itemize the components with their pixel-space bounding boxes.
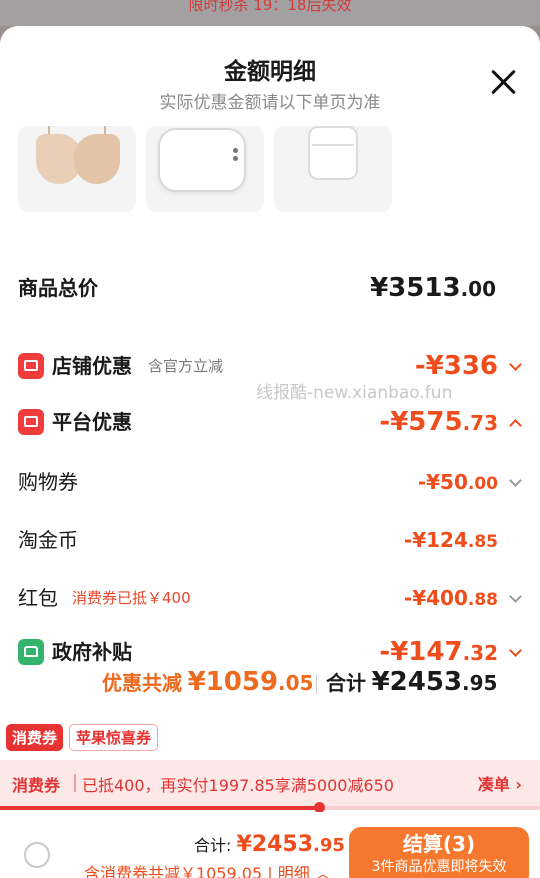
- progress-fill: [0, 806, 319, 810]
- banner-text: 已抵400，再实付1997.85享满5000减650: [82, 776, 394, 795]
- store-icon: [18, 353, 44, 379]
- redpacket-row[interactable]: 红包 消费券已抵￥400 -¥400.88: [18, 578, 526, 618]
- store-discount-note: 含官方立减: [148, 357, 224, 375]
- total-price-row: 商品总价 ¥3513.00: [18, 268, 526, 308]
- add-items-link[interactable]: 凑单 ›: [478, 771, 522, 795]
- banner-divider: [74, 774, 76, 792]
- case-dot: [233, 148, 238, 153]
- checkout-button[interactable]: 结算(3) 3件商品优惠即将失效: [349, 827, 529, 878]
- coins-value: -¥124.85: [403, 528, 498, 552]
- consume-coupon-tag: 消费券: [6, 724, 64, 751]
- redpacket-note: 消费券已抵￥400: [72, 589, 191, 607]
- total-price-value: ¥3513.00: [370, 273, 496, 303]
- voucher-row[interactable]: 购物券 -¥50.00: [18, 462, 526, 502]
- amount-detail-sheet: 金额明细 实际优惠金额请以下单页为准 商品总价 ¥3513.00 店铺优惠 含官…: [0, 26, 540, 878]
- watermark-text: 线报酷-new.xianbao.fun: [256, 383, 453, 403]
- product-thumbnails: [18, 126, 392, 212]
- airpods-pro-case-thumbnail[interactable]: [146, 126, 264, 212]
- bra-cup-right: [74, 134, 120, 184]
- airpods-pro-case-image: [158, 128, 246, 192]
- select-all-radio[interactable]: [24, 842, 50, 868]
- case-lid-line: [312, 144, 354, 146]
- grand-total: 合计 ¥2453.95: [326, 667, 498, 697]
- platform-discount-label: 平台优惠: [52, 410, 132, 434]
- platform-icon: [18, 409, 44, 435]
- checkout-label: 结算(3): [402, 832, 476, 856]
- voucher-label: 购物券: [18, 470, 78, 494]
- chevron-down-icon[interactable]: [509, 644, 522, 657]
- top-notice-text: 限时秒杀 19：18后失效: [188, 0, 352, 14]
- voucher-value: -¥50.00: [417, 470, 498, 494]
- coupon-tags: 消费券 苹果惊喜券: [6, 724, 159, 751]
- footer-discount: 含消费券共减￥1059.05 | 明细 ︿: [84, 860, 331, 878]
- chevron-down-icon[interactable]: [509, 358, 522, 371]
- coins-label: 淘金币: [18, 528, 78, 552]
- redpacket-label: 红包: [18, 586, 58, 610]
- divider: [316, 674, 317, 694]
- total-discount: 优惠共减 ¥1059.05: [102, 667, 314, 697]
- chevron-down-icon[interactable]: [509, 474, 522, 487]
- close-icon[interactable]: [490, 68, 518, 96]
- redpacket-value: -¥400.88: [403, 586, 498, 610]
- bra-thumbnail[interactable]: [18, 126, 136, 212]
- checkout-sublabel: 3件商品优惠即将失效: [371, 859, 507, 875]
- checkout-footer: 合计: ¥2453.95 含消费券共减￥1059.05 | 明细 ︿ 结算(3)…: [0, 812, 540, 878]
- top-notice-bar: 限时秒杀 19：18后失效: [0, 0, 540, 26]
- footer-total: 合计: ¥2453.95: [194, 832, 345, 857]
- store-discount-label: 店铺优惠: [52, 354, 132, 378]
- chevron-down-icon[interactable]: [509, 590, 522, 603]
- airpods-case-thumbnail[interactable]: [274, 126, 392, 212]
- sheet-title: 金额明细: [224, 59, 316, 85]
- coupon-banner: 消费券 已抵400，再实付1997.85享满5000减650 凑单 ›: [0, 760, 540, 806]
- case-dot: [233, 156, 238, 161]
- summary-row: 优惠共减 ¥1059.05 合计 ¥2453.95: [0, 662, 540, 702]
- sheet-subtitle: 实际优惠金额请以下单页为准: [159, 93, 381, 113]
- coupon-progress-bar: [0, 802, 540, 813]
- total-price-label: 商品总价: [18, 276, 98, 300]
- platform-discount-value: -¥575.73: [379, 407, 498, 437]
- coins-row: 淘金币 -¥124.85: [18, 520, 526, 560]
- apple-coupon-tag[interactable]: 苹果惊喜券: [69, 724, 159, 751]
- banner-title: 消费券: [12, 776, 61, 795]
- chevron-up-icon[interactable]: [509, 419, 522, 432]
- airpods-case-image: [308, 126, 358, 180]
- detail-toggle[interactable]: 明细 ︿: [278, 864, 331, 878]
- platform-discount-row[interactable]: 平台优惠 -¥575.73: [18, 402, 526, 442]
